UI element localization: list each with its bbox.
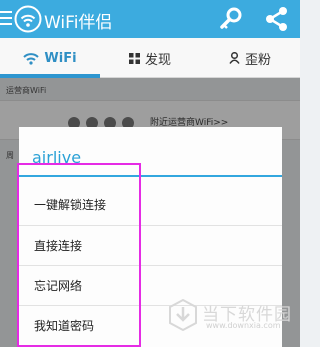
wifi-icon xyxy=(23,52,40,65)
share-icon[interactable] xyxy=(262,4,292,34)
key-icon[interactable] xyxy=(216,4,246,34)
app-header: WiFi伴侣 xyxy=(0,0,300,38)
tab-wifi-label: WiFi xyxy=(44,50,77,66)
app-title: WiFi伴侣 xyxy=(44,13,113,33)
tab-profile[interactable]: 歪粉 xyxy=(200,38,300,78)
highlight-annotation xyxy=(17,163,141,347)
watermark: 当下软件园 www.downxia.com xyxy=(168,298,296,338)
tab-bar: WiFi 发现 歪粉 xyxy=(0,38,300,78)
watermark-url: www.downxia.com xyxy=(206,321,281,330)
tab-discover-label: 发现 xyxy=(144,52,171,68)
person-icon xyxy=(229,52,240,64)
wifi-logo-icon xyxy=(14,5,42,33)
grid-icon xyxy=(128,52,140,64)
menu-icon[interactable] xyxy=(0,11,12,27)
tab-wifi[interactable]: WiFi xyxy=(0,38,100,78)
watermark-logo-icon xyxy=(169,299,197,331)
tab-discover[interactable]: 发现 xyxy=(100,38,200,78)
tab-profile-label: 歪粉 xyxy=(244,52,271,68)
